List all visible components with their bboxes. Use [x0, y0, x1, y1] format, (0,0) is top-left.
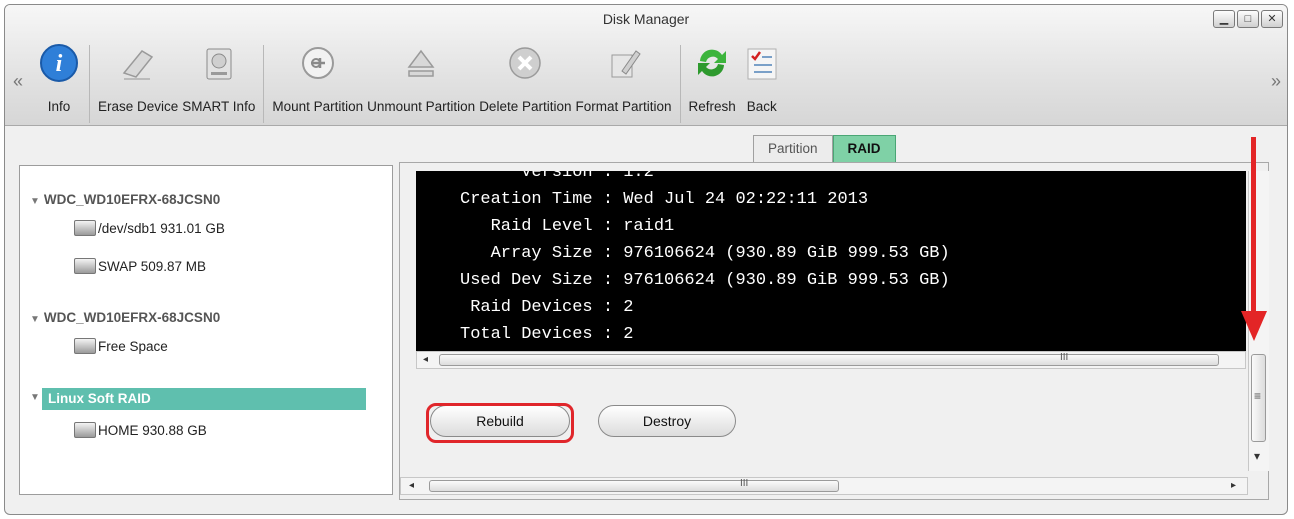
disk-1-name: WDC_WD10EFRX-68JCSN0 [43, 192, 221, 207]
disk-1-header[interactable]: ▼ WDC_WD10EFRX-68JCSN0 [30, 192, 220, 207]
raid-details-console: Version : 1.2 Creation Time : Wed Jul 24… [416, 171, 1246, 351]
vertical-scroll-thumb[interactable]: ≡ [1251, 354, 1266, 442]
scroll-thumb[interactable]: III [429, 478, 839, 492]
annotation-arrow-shaft [1251, 137, 1256, 317]
toolbar-scroll-right-icon[interactable]: » [1271, 71, 1281, 92]
tab-partition[interactable]: Partition [753, 135, 833, 162]
erase-device-label: Erase Device [98, 99, 179, 114]
checklist-icon [740, 41, 784, 85]
expand-triangle-icon[interactable]: ▼ [30, 196, 40, 207]
raid-header[interactable]: Linux Soft RAID [42, 388, 366, 410]
close-button[interactable]: ✕ [1261, 10, 1283, 28]
smart-info-label: SMART Info [182, 99, 256, 114]
mount-partition-button[interactable]: Mount Partition [270, 41, 365, 114]
expand-triangle-icon[interactable]: ▼ [30, 314, 40, 325]
toolbar-separator [679, 45, 681, 123]
scroll-down-icon[interactable]: ▾ [1254, 449, 1260, 463]
scroll-grip: III [1060, 352, 1069, 363]
eraser-icon [116, 41, 160, 85]
window-title: Disk Manager [602, 11, 690, 27]
panel-horizontal-scrollbar[interactable]: ◂ III ▸ [400, 477, 1248, 495]
back-label: Back [746, 99, 777, 114]
format-partition-label: Format Partition [575, 99, 672, 114]
rebuild-highlight [426, 403, 574, 443]
toolbar: i Info Erase Device SMART Info Mount Par… [35, 41, 786, 125]
scroll-left-icon[interactable]: ◂ [409, 478, 414, 494]
hard-disk-icon [74, 220, 96, 236]
disk-2-header[interactable]: ▼ WDC_WD10EFRX-68JCSN0 [30, 310, 220, 325]
scroll-thumb[interactable]: III [439, 352, 1219, 366]
scroll-left-icon[interactable]: ◂ [423, 352, 428, 368]
console-horizontal-scrollbar[interactable]: ◂ III [416, 351, 1246, 369]
maximize-button[interactable]: □ [1237, 10, 1259, 28]
minimize-button[interactable]: ▁ [1213, 10, 1235, 28]
refresh-label: Refresh [688, 99, 736, 114]
hard-disk-icon [197, 41, 241, 85]
delete-icon [503, 41, 547, 85]
console-text: Version : 1.2 Creation Time : Wed Jul 24… [460, 171, 950, 344]
pencil-icon [602, 41, 646, 85]
smart-info-button[interactable]: SMART Info [180, 41, 257, 114]
tree-item-label: SWAP 509.87 MB [98, 258, 207, 274]
delete-partition-label: Delete Partition [479, 99, 572, 114]
disk-manager-window: Disk Manager ▁ □ ✕ « » i Info Erase Devi… [4, 4, 1288, 515]
delete-partition-button[interactable]: Delete Partition [477, 41, 573, 114]
scroll-grip: III [740, 478, 749, 489]
toolbar-separator [89, 45, 90, 123]
hard-disk-icon [74, 338, 96, 354]
hard-disk-icon [74, 422, 96, 438]
erase-device-button[interactable]: Erase Device [96, 41, 180, 114]
mount-partition-label: Mount Partition [272, 99, 364, 114]
annotation-arrow-head-icon [1241, 311, 1267, 341]
info-button[interactable]: i Info [35, 41, 83, 114]
eject-icon [399, 41, 443, 85]
tree-item-label: /dev/sdb1 931.01 GB [98, 220, 225, 236]
hard-disk-icon [74, 258, 96, 274]
back-button[interactable]: Back [738, 41, 786, 114]
expand-triangle-icon[interactable]: ▼ [30, 392, 40, 403]
scroll-right-icon[interactable]: ▸ [1231, 478, 1236, 494]
destroy-button[interactable]: Destroy [598, 405, 736, 437]
unmount-partition-label: Unmount Partition [367, 99, 476, 114]
tab-bar: Partition RAID [753, 135, 896, 162]
toolbar-separator [263, 45, 265, 123]
vertical-scroll-grip: ≡ [1254, 389, 1262, 403]
tree-item-swap[interactable]: SWAP 509.87 MB [74, 258, 206, 274]
tree-item-sdb1[interactable]: /dev/sdb1 931.01 GB [74, 220, 225, 236]
tree-item-label: HOME 930.88 GB [98, 422, 207, 438]
info-label: Info [47, 99, 71, 114]
unmount-partition-button[interactable]: Unmount Partition [365, 41, 477, 114]
disk-2-name: WDC_WD10EFRX-68JCSN0 [43, 310, 221, 325]
window-controls: ▁ □ ✕ [1213, 10, 1283, 28]
tree-item-free-space[interactable]: Free Space [74, 338, 168, 354]
info-icon: i [37, 41, 81, 85]
refresh-icon [690, 41, 734, 85]
tree-item-home[interactable]: HOME 930.88 GB [74, 422, 207, 438]
tree-item-label: Free Space [98, 338, 168, 354]
svg-text:i: i [56, 51, 63, 77]
raid-panel: Version : 1.2 Creation Time : Wed Jul 24… [399, 162, 1269, 500]
plug-icon [296, 41, 340, 85]
title-bar: Disk Manager ▁ □ ✕ « » i Info Erase Devi… [5, 5, 1287, 126]
format-partition-button[interactable]: Format Partition [574, 41, 674, 114]
refresh-button[interactable]: Refresh [687, 41, 738, 114]
tab-raid[interactable]: RAID [832, 135, 896, 162]
toolbar-scroll-left-icon[interactable]: « [13, 71, 23, 92]
device-tree: ▼ WDC_WD10EFRX-68JCSN0 /dev/sdb1 931.01 G… [19, 165, 393, 495]
